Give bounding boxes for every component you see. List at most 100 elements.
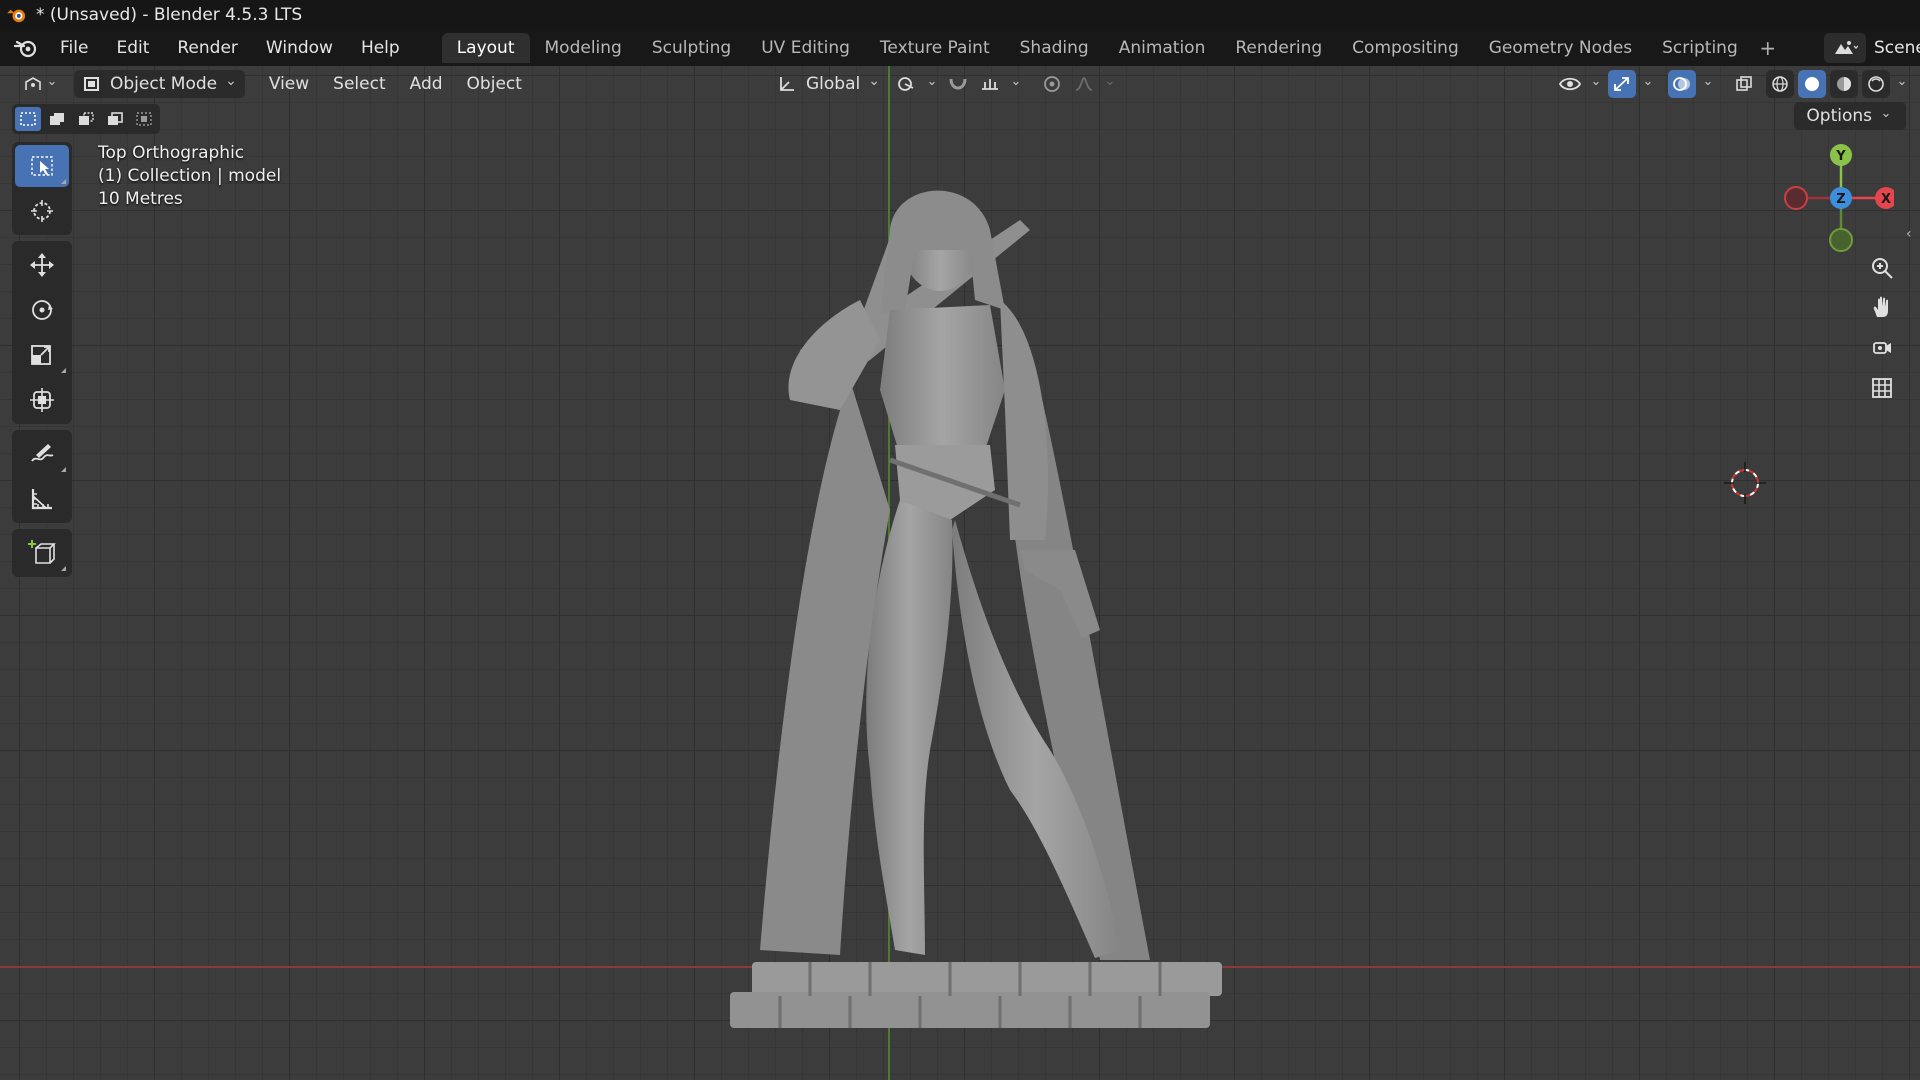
menu-object[interactable]: Object [455,70,534,98]
select-extend-icon[interactable] [44,107,70,131]
tab-shading[interactable]: Shading [1005,33,1104,63]
menu-select[interactable]: Select [321,70,397,98]
select-box-tool-icon[interactable] [15,145,69,187]
menu-help[interactable]: Help [347,30,414,66]
tool-variants-indicator [61,179,66,184]
tab-geometry-nodes[interactable]: Geometry Nodes [1474,33,1647,63]
gizmo-toggle-icon[interactable] [1608,70,1636,98]
y-axis-label: Y [1835,149,1846,164]
mode-label: Object Mode [110,74,218,94]
tab-compositing[interactable]: Compositing [1337,33,1474,63]
z-axis-label: Z [1836,192,1845,207]
blender-logo-icon [7,9,26,23]
add-workspace-button[interactable]: + [1753,36,1783,60]
chevron-down-icon[interactable]: ⌄ [1700,74,1716,89]
scene-icon[interactable] [1824,33,1866,63]
chevron-down-icon[interactable]: ⌄ [1894,74,1910,89]
xray-toggle-icon[interactable] [1730,70,1758,98]
neg-y-axis-handle [1829,228,1853,252]
menu-view[interactable]: View [257,70,321,98]
select-subtract-icon[interactable] [73,107,99,131]
camera-view-icon[interactable] [1864,330,1900,366]
cursor-tool-icon[interactable] [15,190,69,232]
chevron-down-icon: ⌄ [46,73,58,89]
sidebar-toggle-icon[interactable]: ‹ [1906,226,1920,248]
workspace-tabs: Layout Modeling Sculpting UV Editing Tex… [441,33,1783,63]
pivot-point-icon[interactable] [892,70,920,98]
main-menu: File Edit Render Window Help [46,30,414,66]
options-label: Options [1806,106,1872,126]
top-bar: File Edit Render Window Help Layout Mode… [0,30,1920,66]
tab-modeling[interactable]: Modeling [530,33,637,63]
transform-tool-icon[interactable] [15,379,69,421]
tool-variants-indicator [61,368,66,373]
collection-info: (1) Collection | model [98,166,282,186]
orientation-axes-icon [780,77,794,91]
proportional-editing-icon[interactable] [1038,70,1066,98]
chevron-down-icon[interactable]: ⌄ [1008,74,1024,89]
menu-window[interactable]: Window [252,30,347,66]
falloff-curve-icon[interactable] [1070,70,1098,98]
view-name: Top Orthographic [98,143,245,163]
wireframe-shading-icon[interactable] [1766,70,1794,98]
material-preview-icon[interactable] [1830,70,1858,98]
transform-orientation-dropdown[interactable]: Global [768,70,888,98]
snap-icon[interactable] [944,70,972,98]
editor-type-button[interactable]: ⌄ [14,70,68,98]
select-new-icon[interactable] [15,107,41,131]
menu-file[interactable]: File [46,30,102,66]
snap-increment-icon[interactable] [976,70,1004,98]
chevron-down-icon[interactable]: ⌄ [1640,74,1656,89]
blender-menu-icon[interactable] [6,30,46,66]
options-dropdown[interactable]: Options ⌄ [1794,102,1906,130]
chevron-down-icon[interactable]: ⌄ [1102,74,1118,89]
3d-cursor-icon[interactable] [1722,460,1768,506]
select-invert-icon[interactable] [102,107,128,131]
model-figure[interactable] [720,190,1250,1032]
select-intersect-icon[interactable] [131,107,157,131]
tab-animation[interactable]: Animation [1104,33,1221,63]
measure-tool-icon[interactable] [15,478,69,520]
move-tool-icon[interactable] [15,244,69,286]
tab-sculpting[interactable]: Sculpting [637,33,746,63]
selection-mode-buttons [12,104,160,134]
zoom-icon[interactable] [1864,250,1900,286]
tab-texture-paint[interactable]: Texture Paint [865,33,1005,63]
tool-variants-indicator [61,566,66,571]
navigation-gizmo[interactable]: X Y Z [1774,138,1894,258]
scene-name[interactable]: Scene [1874,38,1920,58]
neg-x-axis-handle [1784,186,1808,210]
window-title: * (Unsaved) - Blender 4.5.3 LTS [36,5,303,25]
object-mode-icon [84,77,99,91]
perspective-grid-icon[interactable] [1864,370,1900,406]
visibility-icon[interactable] [1556,70,1584,98]
tab-uv-editing[interactable]: UV Editing [746,33,865,63]
chevron-down-icon[interactable]: ⌄ [924,74,940,89]
rendered-shading-icon[interactable] [1862,70,1890,98]
title-bar: * (Unsaved) - Blender 4.5.3 LTS [0,0,1920,30]
pan-hand-icon[interactable] [1864,290,1900,326]
tab-rendering[interactable]: Rendering [1220,33,1337,63]
overlays-toggle-icon[interactable] [1668,70,1696,98]
rotate-tool-icon[interactable] [15,289,69,331]
solid-shading-icon[interactable] [1798,70,1826,98]
grid-scale: 10 Metres [98,189,183,209]
viewport-info-overlay: Top Orthographic (1) Collection | model … [98,142,281,211]
menu-render[interactable]: Render [163,30,252,66]
annotate-tool-icon[interactable] [15,433,69,475]
menu-edit[interactable]: Edit [102,30,163,66]
tab-layout[interactable]: Layout [441,33,530,63]
viewport-menus: View Select Add Object [257,70,534,98]
tab-scripting[interactable]: Scripting [1647,33,1753,63]
add-cube-tool-icon[interactable] [15,532,69,574]
menu-add[interactable]: Add [398,70,455,98]
viewport-display-tools: ⌄ ⌄ ⌄ ⌄ [1556,70,1910,98]
scale-tool-icon[interactable] [15,334,69,376]
chevron-down-icon: ⌄ [1880,105,1892,121]
mode-dropdown[interactable]: Object Mode [74,70,245,98]
scene-selector: Scene [1824,30,1920,66]
tool-shelf [12,142,72,583]
tool-variants-indicator [61,467,66,472]
transform-tools: Global ⌄ ⌄ ⌄ [768,70,1118,98]
chevron-down-icon[interactable]: ⌄ [1588,74,1604,89]
